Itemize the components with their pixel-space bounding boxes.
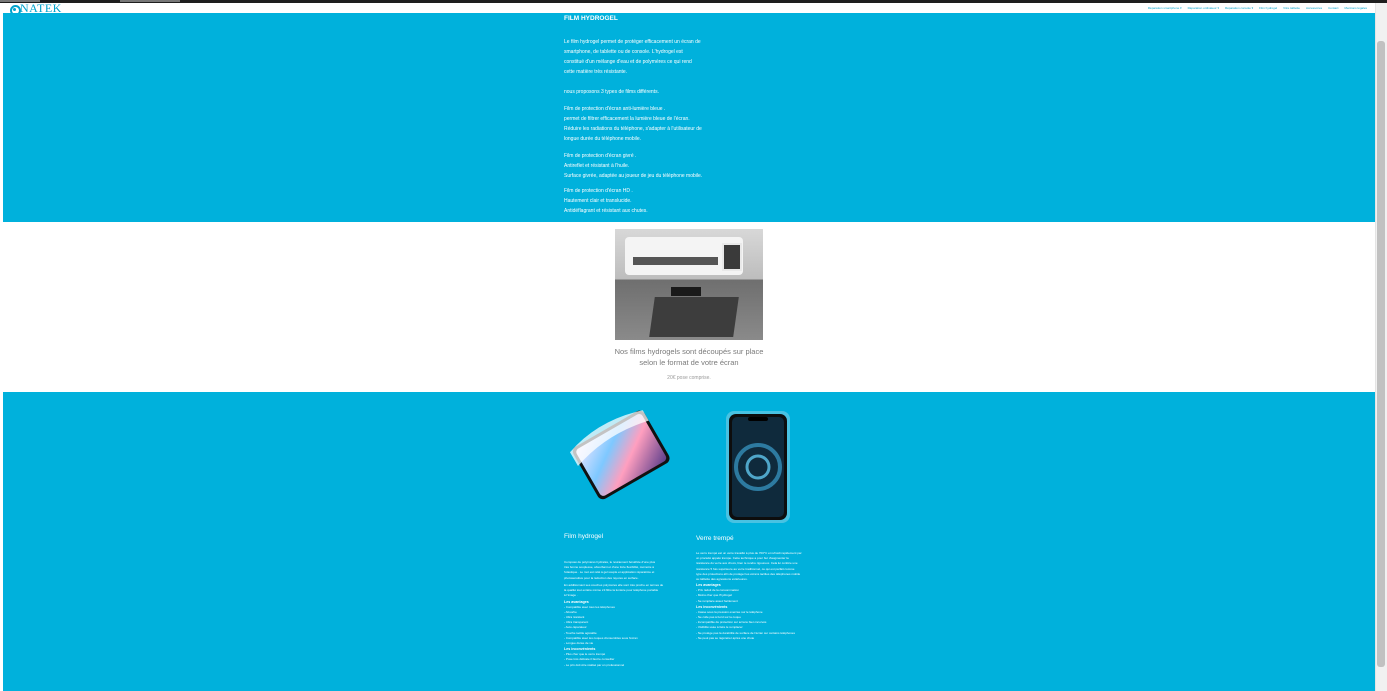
- glass-details: Le verre trempé est un verre travaillé à…: [696, 551, 816, 641]
- main-nav: Réparation smartphone ▾ Réparation ordin…: [1148, 6, 1367, 10]
- nav-item-reparation-smartphone[interactable]: Réparation smartphone ▾: [1148, 6, 1182, 10]
- glass-title: Verre trempé: [696, 535, 734, 542]
- machine-caption: Nos films hydrogels sont découpés sur pl…: [596, 346, 782, 368]
- disadvantage-item: - Le prix doit être réalisé par un profe…: [564, 662, 625, 667]
- intro-paragraph-4: Film de protection d'écran givré . Antir…: [564, 151, 739, 181]
- nav-item-mentions[interactable]: Mentions légales: [1344, 6, 1367, 10]
- nav-item-film-hydrogel[interactable]: Film hydrogel: [1259, 6, 1277, 10]
- intro-content: FILM HYDROGEL Le film hydrogel permet de…: [564, 15, 744, 214]
- hydrogel-title: Film hydrogel: [564, 533, 604, 540]
- nav-item-reparation-ordinateur[interactable]: Réparation ordinateur ▾: [1188, 6, 1219, 10]
- intro-line: Antireflet et résistant à l'huile.: [564, 163, 630, 169]
- caption-line: Nos films hydrogels sont découpés sur pl…: [614, 347, 764, 356]
- intro-paragraph-2: nous proposons 3 types de films différen…: [564, 89, 659, 95]
- intro-line: Film de protection d'écran anti-lumière …: [564, 106, 666, 112]
- page-scrollbar[interactable]: [1375, 3, 1387, 691]
- intro-line: constitué d'un mélange d'eau et de polym…: [564, 59, 692, 65]
- intro-paragraph-5: Film de protection d'écran HD . Hautemen…: [564, 186, 739, 216]
- page-title: FILM HYDROGEL: [564, 15, 618, 22]
- comparison-section: [3, 392, 1375, 691]
- intro-line: permet de filtrer efficacement la lumièr…: [564, 116, 690, 122]
- disadvantage-item: - Ne peut pas se régénérer après une chu…: [696, 635, 755, 640]
- price-text: 20€ pose comprise.: [667, 375, 711, 381]
- scrollbar-thumb[interactable]: [1377, 41, 1385, 667]
- intro-line: Surface givrée, adaptée au joueur de jeu…: [564, 173, 703, 179]
- nav-item-reparation-console[interactable]: Réparation console ▾: [1225, 6, 1253, 10]
- page: NATEK Réparation smartphone ▾ Réparation…: [0, 0, 1387, 691]
- intro-line: Réduire les radiations du téléphone, s'a…: [564, 126, 702, 132]
- logo-icon: [10, 4, 21, 16]
- intro-line: Film de protection d'écran givré .: [564, 153, 637, 159]
- nav-item-accessoires[interactable]: Accessoires: [1306, 6, 1322, 10]
- tempered-glass-phone-image: [726, 411, 790, 523]
- hydrogel-description: Composé de polymères hydratés, le revête…: [564, 560, 684, 581]
- intro-paragraph-3: Film de protection d'écran anti-lumière …: [564, 104, 739, 144]
- intro-line: Le film hydrogel permet de protéger effi…: [564, 39, 701, 45]
- intro-line: Antidéflagrant et résistant aux chutes.: [564, 208, 648, 214]
- cutting-machine-photo: [615, 229, 763, 340]
- intro-line: smartphone, de tablette ou de console. L…: [564, 49, 683, 55]
- intro-line: Hautement clair et translucide.: [564, 198, 632, 204]
- intro-line: cette matière très résistante.: [564, 69, 628, 75]
- hydrogel-details: En additionnant ses couches polymères el…: [564, 583, 684, 668]
- intro-line: Film de protection d'écran HD .: [564, 188, 633, 194]
- nav-item-vitre-tablette[interactable]: Vitre tablette: [1283, 6, 1300, 10]
- intro-line: longue durée du téléphone mobile.: [564, 136, 642, 142]
- text-line: photosensitive pour la réduction des ray…: [564, 575, 639, 580]
- hydrogel-phone-image: [569, 410, 670, 500]
- intro-paragraph-1: Le film hydrogel permet de protéger effi…: [564, 37, 734, 77]
- nav-item-contact[interactable]: Contact: [1328, 6, 1338, 10]
- caption-line: selon le format de votre écran: [639, 358, 739, 367]
